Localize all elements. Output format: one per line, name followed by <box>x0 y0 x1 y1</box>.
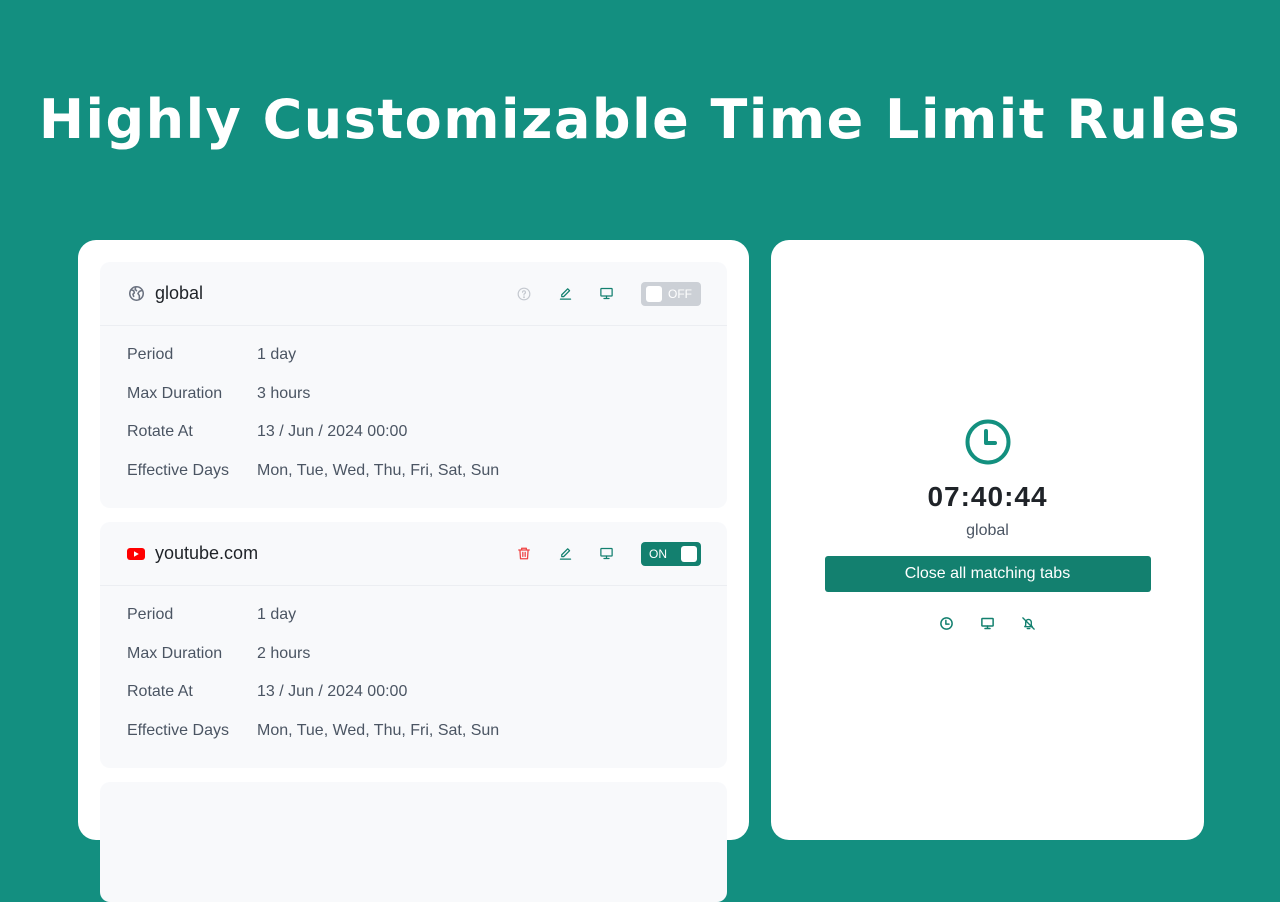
detail-value: 2 hours <box>257 644 311 662</box>
detail-label: Effective Days <box>127 722 229 740</box>
rules-panel: global OFF Period 1 day Max Duration 3 h… <box>78 240 749 902</box>
detail-label: Max Duration <box>127 384 223 402</box>
detail-row-effective-days: Effective Days Mon, Tue, Wed, Thu, Fri, … <box>127 722 700 761</box>
detail-value: Mon, Tue, Wed, Thu, Fri, Sat, Sun <box>257 462 500 480</box>
detail-label: Rotate At <box>127 423 193 441</box>
monitor-icon[interactable] <box>980 616 995 631</box>
rule-details: Period 1 day Max Duration 2 hours Rotate… <box>100 586 727 761</box>
detail-value: 3 hours <box>257 384 311 402</box>
active-rule-name: global <box>966 522 1009 539</box>
rule-toggle[interactable]: OFF <box>641 281 701 306</box>
rule-name: youtube.com <box>155 543 259 563</box>
detail-value: 13 / Jun / 2024 00:00 <box>257 683 408 701</box>
toggle-label: ON <box>649 546 667 561</box>
detail-row-max-duration: Max Duration 3 hours <box>127 385 700 424</box>
toggle-knob <box>646 285 662 302</box>
toggle-label: OFF <box>668 286 692 301</box>
detail-label: Period <box>127 346 174 363</box>
detail-label: Effective Days <box>127 462 229 480</box>
edit-icon[interactable] <box>557 286 573 302</box>
status-panel: 07:40:44 global Close all matching tabs <box>771 240 1204 840</box>
detail-row-rotate-at: Rotate At 13 / Jun / 2024 00:00 <box>127 423 700 462</box>
clock-icon[interactable] <box>939 616 954 631</box>
rule-header: global OFF <box>100 262 727 326</box>
detail-row-period: Period 1 day <box>127 346 700 385</box>
detail-value: Mon, Tue, Wed, Thu, Fri, Sat, Sun <box>257 722 500 740</box>
bell-off-icon[interactable] <box>1021 616 1036 631</box>
rule-toggle[interactable]: ON <box>641 541 701 566</box>
rule-card-youtube: youtube.com ON Period 1 day Max Duration… <box>100 522 727 768</box>
remaining-time: 07:40:44 <box>927 481 1048 512</box>
close-matching-tabs-button[interactable]: Close all matching tabs <box>824 556 1151 592</box>
status-box: 07:40:44 global Close all matching tabs <box>771 418 1204 631</box>
detail-value: 1 day <box>257 346 297 363</box>
detail-row-max-duration: Max Duration 2 hours <box>127 645 700 684</box>
detail-value: 1 day <box>257 606 297 623</box>
rule-header: youtube.com ON <box>100 522 727 586</box>
rule-card-global: global OFF Period 1 day Max Duration 3 h… <box>100 262 727 508</box>
rule-actions: OFF <box>516 281 701 306</box>
trash-icon[interactable] <box>516 546 532 562</box>
monitor-icon[interactable] <box>598 286 614 302</box>
detail-row-effective-days: Effective Days Mon, Tue, Wed, Thu, Fri, … <box>127 462 700 501</box>
detail-value: 13 / Jun / 2024 00:00 <box>257 423 408 441</box>
detail-label: Rotate At <box>127 683 193 701</box>
rule-card-partial <box>100 782 727 902</box>
status-actions <box>771 616 1204 631</box>
detail-row-rotate-at: Rotate At 13 / Jun / 2024 00:00 <box>127 683 700 722</box>
edit-icon[interactable] <box>557 546 573 562</box>
youtube-icon <box>127 545 145 563</box>
detail-label: Max Duration <box>127 644 223 662</box>
monitor-icon[interactable] <box>598 546 614 562</box>
globe-icon <box>127 285 145 303</box>
detail-row-period: Period 1 day <box>127 606 700 645</box>
help-icon[interactable] <box>516 286 532 302</box>
detail-label: Period <box>127 606 174 623</box>
clock-icon <box>964 418 1012 466</box>
headline: Highly Customizable Time Limit Rules <box>38 88 1242 151</box>
toggle-knob <box>681 545 697 562</box>
rule-actions: ON <box>516 541 701 566</box>
rule-name: global <box>155 283 204 303</box>
rule-details: Period 1 day Max Duration 3 hours Rotate… <box>100 326 727 501</box>
